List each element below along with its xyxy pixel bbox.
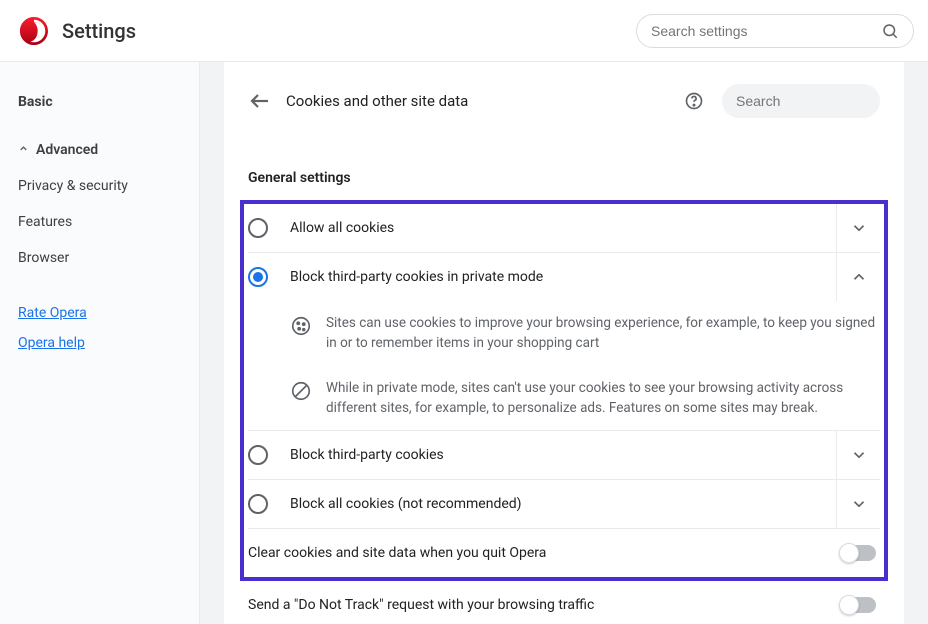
chevron-up-icon [850,268,868,286]
sidebar-link-rate[interactable]: Rate Opera [0,298,199,328]
option-label: Block third-party cookies [290,447,828,463]
option-block-third[interactable]: Block third-party cookies [248,431,880,480]
toggle-label: Send a "Do Not Track" request with your … [248,597,840,613]
option-label: Block all cookies (not recommended) [290,496,828,512]
sidebar-item-privacy[interactable]: Privacy & security [0,168,199,204]
sidebar-advanced[interactable]: Advanced [0,132,199,168]
back-arrow-icon[interactable] [248,89,272,113]
chevron-down-icon [850,495,868,513]
option-allow-all[interactable]: Allow all cookies [248,204,880,253]
highlight-box: Allow all cookies Block third-party cook… [240,200,888,581]
section-heading: General settings [248,170,880,186]
cookie-icon [290,315,312,337]
chevron-down-icon [850,219,868,237]
option-label: Block third-party cookies in private mod… [290,269,828,285]
expand-button[interactable] [836,431,880,479]
radio-icon[interactable] [248,445,268,465]
collapse-button[interactable] [836,253,880,301]
expand-button[interactable] [836,204,880,252]
sidebar-basic[interactable]: Basic [0,84,199,120]
option-expanded-body: Sites can use cookies to improve your br… [248,301,880,431]
chevron-down-icon [850,446,868,464]
sidebar-item-features[interactable]: Features [0,204,199,240]
option-label: Allow all cookies [290,220,828,236]
search-icon [881,22,899,40]
sidebar-advanced-label: Advanced [36,142,98,158]
content-area: Cookies and other site data General sett… [200,62,928,624]
block-icon [290,380,312,402]
expanded-text-2: While in private mode, sites can't use y… [326,378,880,419]
expanded-text-1: Sites can use cookies to improve your br… [326,313,880,354]
page-search-box[interactable] [722,84,880,118]
toggle-do-not-track: Send a "Do Not Track" request with your … [248,581,880,624]
sidebar: Basic Advanced Privacy & security Featur… [0,62,200,624]
radio-selected-icon[interactable] [248,267,268,287]
top-bar: Settings [0,0,928,62]
toggle-switch[interactable] [840,545,876,561]
toggle-label: Clear cookies and site data when you qui… [248,545,840,561]
app-title: Settings [62,19,136,43]
sidebar-link-help[interactable]: Opera help [0,328,199,358]
top-search-input[interactable] [651,23,881,39]
option-block-third-private[interactable]: Block third-party cookies in private mod… [248,253,880,301]
page-search-input[interactable] [736,93,904,109]
page-title: Cookies and other site data [286,92,684,110]
radio-icon[interactable] [248,218,268,238]
toggle-clear-on-quit: Clear cookies and site data when you qui… [248,529,880,577]
chevron-up-icon [18,142,28,158]
option-block-all[interactable]: Block all cookies (not recommended) [248,480,880,529]
page-header: Cookies and other site data [248,80,880,122]
expand-button[interactable] [836,480,880,528]
help-icon[interactable] [684,91,704,111]
top-search-box[interactable] [636,14,914,48]
opera-logo [20,17,48,45]
content-card: Cookies and other site data General sett… [224,62,904,624]
sidebar-item-browser[interactable]: Browser [0,240,199,276]
radio-icon[interactable] [248,494,268,514]
toggle-switch[interactable] [840,597,876,613]
